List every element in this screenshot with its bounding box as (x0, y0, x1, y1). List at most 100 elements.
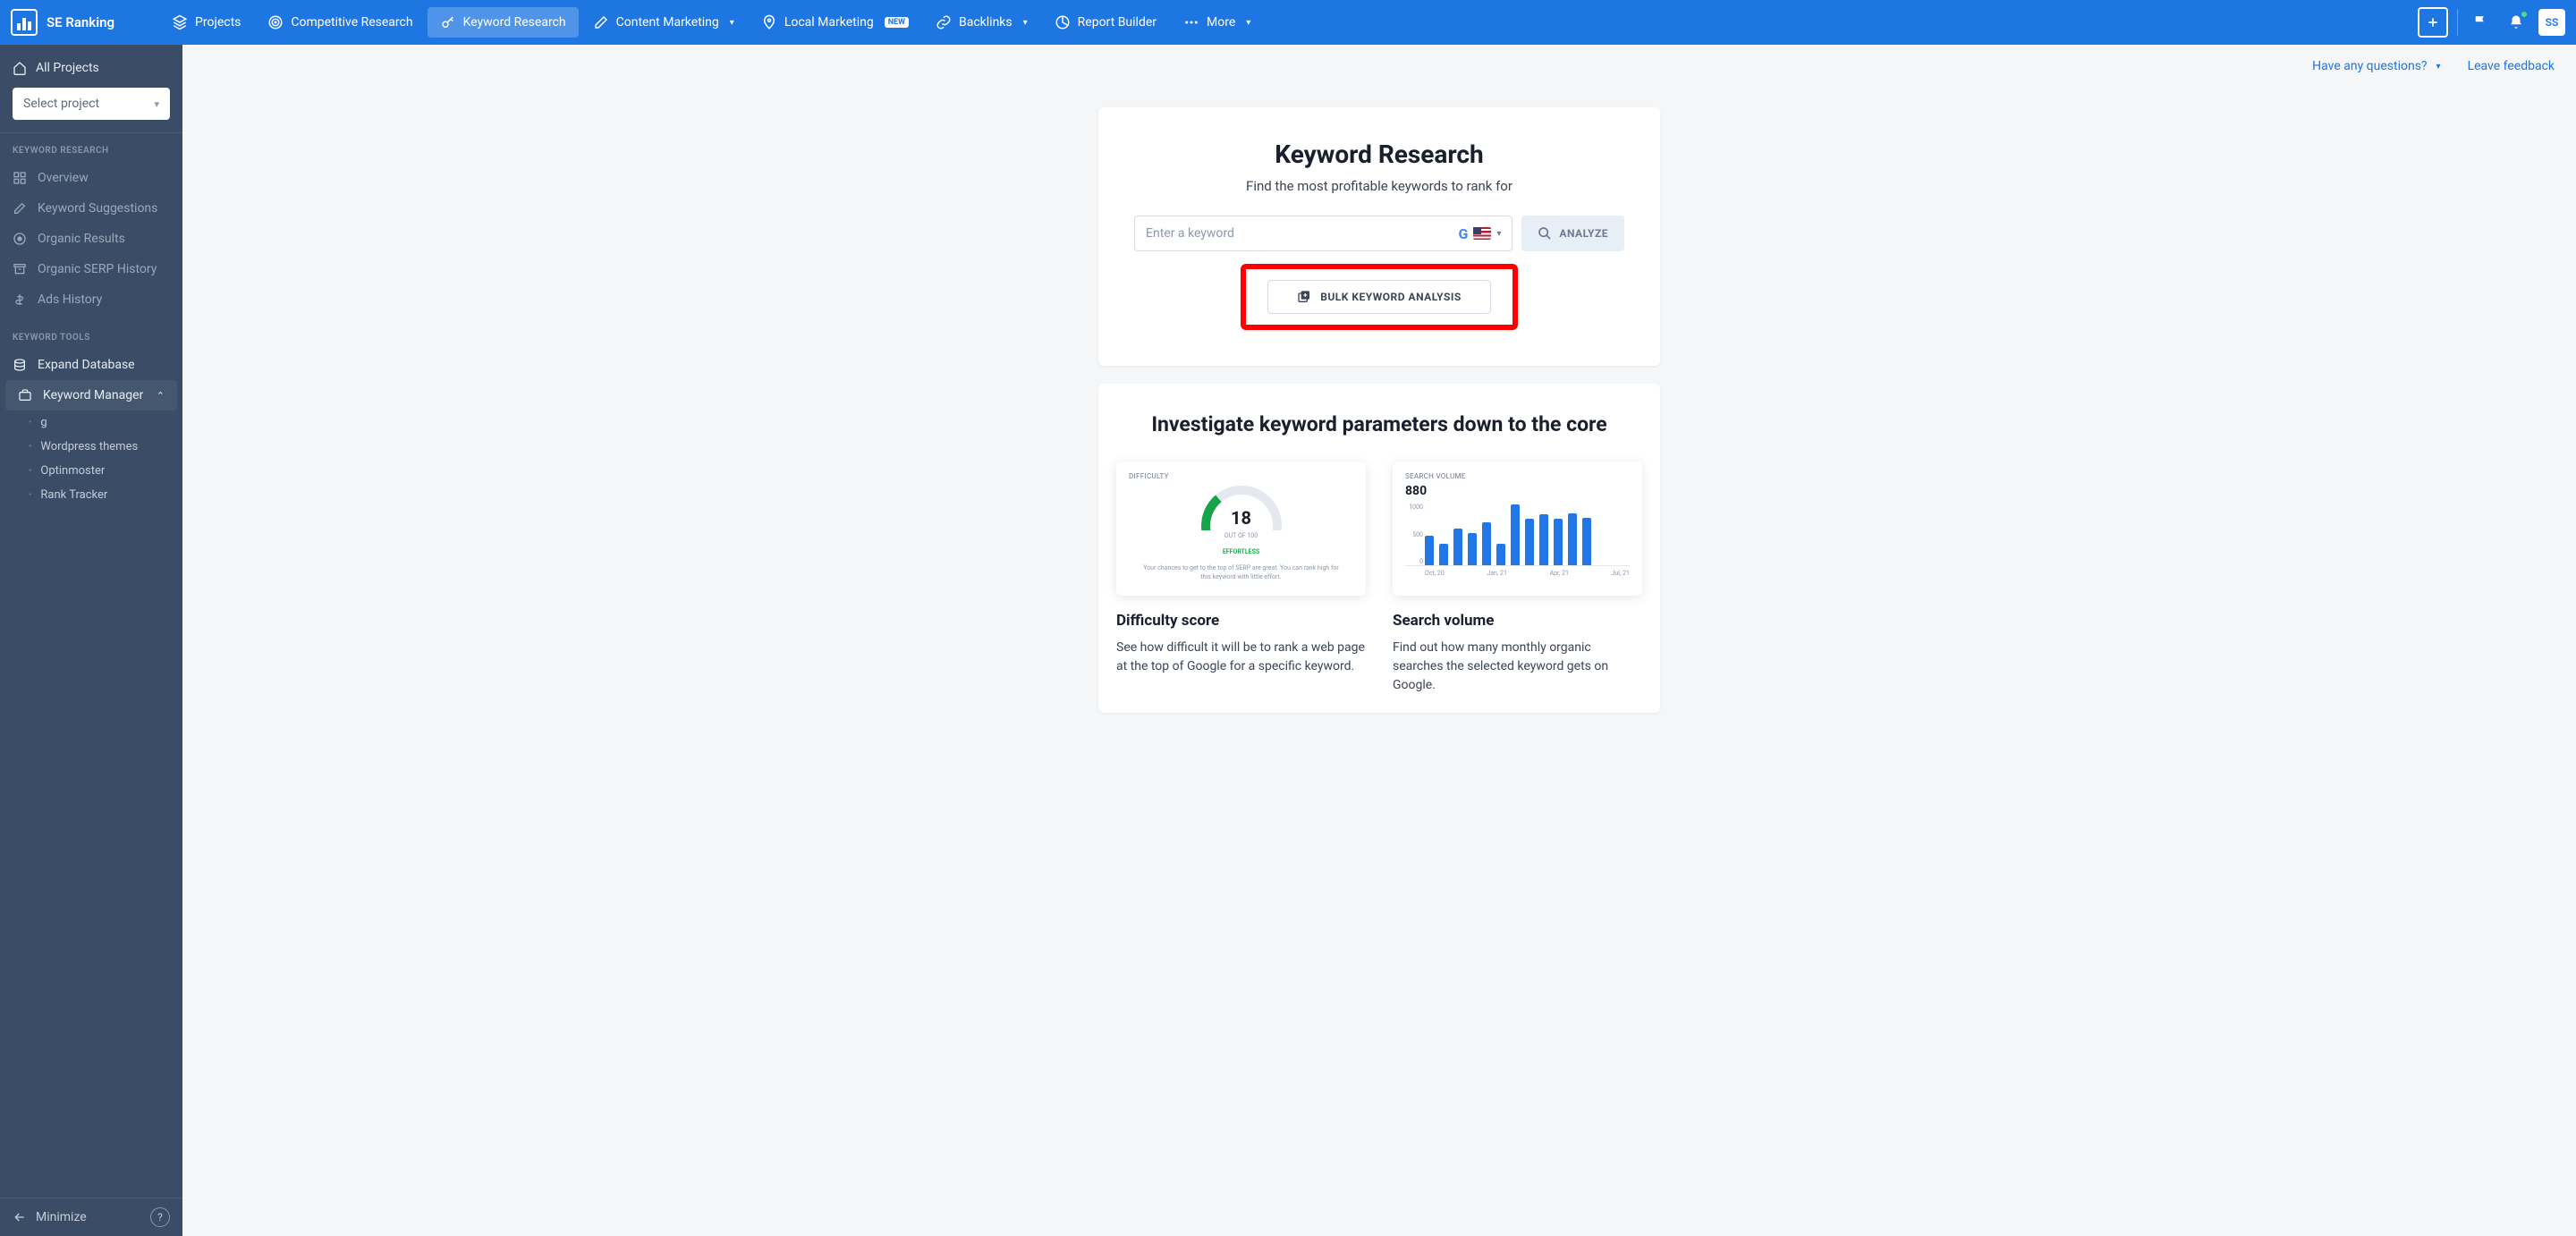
brand-name: SE Ranking (47, 14, 114, 30)
nav-competitive[interactable]: Competitive Research (255, 7, 425, 38)
target-icon (267, 14, 284, 30)
link-icon (936, 14, 952, 30)
section-label-research: KEYWORD RESEARCH (0, 146, 182, 163)
arrow-left-icon (13, 1210, 27, 1224)
top-links: Have any questions? ▾ Leave feedback (182, 45, 2576, 73)
logo-icon[interactable] (11, 9, 38, 36)
notifications-button[interactable] (2503, 9, 2529, 36)
bulk-analysis-button[interactable]: BULK KEYWORD ANALYSIS (1267, 280, 1491, 314)
chart-bar (1439, 544, 1448, 566)
difficulty-preview: DIFFICULTY 18 OUT OF 100 EFFORTLESS Your… (1116, 461, 1366, 596)
layers-icon (172, 14, 188, 30)
km-sub-item[interactable]: Rank Tracker (0, 483, 182, 507)
sidebar-item-ads-history[interactable]: Ads History (0, 284, 182, 315)
nav-local-marketing[interactable]: Local Marketing NEW (749, 7, 921, 38)
nav-keyword-research[interactable]: Keyword Research (428, 7, 579, 38)
feature-title: Difficulty score (1116, 612, 1366, 630)
bulk-icon (1297, 290, 1311, 304)
chevron-down-icon: ▾ (1496, 229, 1501, 239)
nav-more[interactable]: More ▾ (1171, 7, 1263, 38)
nav-report-builder[interactable]: Report Builder (1042, 7, 1169, 38)
minimize-button[interactable]: Minimize (13, 1210, 87, 1224)
project-select[interactable]: Select project ▾ (13, 88, 170, 120)
sidebar-item-overview[interactable]: Overview (0, 163, 182, 193)
chart-bar (1453, 529, 1462, 565)
key-icon (440, 14, 456, 30)
sidebar-item-label: Expand Database (38, 358, 135, 372)
sidebar-item-label: Overview (38, 171, 89, 185)
nav-label: More (1207, 15, 1235, 30)
page-title: Keyword Research (1134, 140, 1624, 169)
nav-label: Backlinks (959, 15, 1013, 30)
chart-bar (1525, 519, 1534, 566)
help-button[interactable]: ? (150, 1207, 170, 1227)
circle-dot-icon (13, 232, 27, 246)
search-engine-selector[interactable]: G ▾ (1449, 225, 1501, 242)
chart-bar (1568, 513, 1577, 565)
nav-content-marketing[interactable]: Content Marketing ▾ (580, 7, 747, 38)
main-content: Have any questions? ▾ Leave feedback Key… (182, 45, 2576, 1236)
flag-button[interactable] (2467, 9, 2494, 36)
chart-bar (1482, 522, 1491, 565)
chevron-up-icon: ⌃ (157, 390, 165, 402)
chart-bar (1539, 514, 1548, 565)
nav-label: Content Marketing (616, 15, 719, 30)
flag-us-icon (1473, 227, 1491, 240)
minimize-label: Minimize (36, 1210, 87, 1224)
feature-text: See how difficult it will be to rank a w… (1116, 639, 1366, 676)
chart-bar (1554, 519, 1563, 566)
keyword-search-box: G ▾ (1134, 216, 1513, 251)
keyword-input[interactable] (1146, 226, 1449, 241)
google-icon: G (1458, 225, 1468, 242)
feature-volume: SEARCH VOLUME 880 1000 500 0 Oct, 20 (1393, 461, 1642, 695)
user-avatar[interactable]: SS (2538, 9, 2565, 36)
nav-backlinks[interactable]: Backlinks ▾ (923, 7, 1040, 38)
sidebar-item-label: Keyword Suggestions (38, 201, 157, 216)
chevron-down-icon: ▾ (2436, 62, 2441, 72)
nav-projects[interactable]: Projects (159, 7, 253, 38)
search-icon (1538, 226, 1552, 241)
chevron-down-icon: ▾ (1023, 18, 1028, 28)
chart-bar (1582, 518, 1591, 565)
questions-link[interactable]: Have any questions? ▾ (2312, 59, 2440, 73)
km-sub-item[interactable]: Wordpress themes (0, 435, 182, 459)
chevron-down-icon: ▾ (1246, 18, 1250, 28)
chevron-down-icon: ▾ (154, 98, 159, 110)
all-projects-link[interactable]: All Projects (13, 55, 170, 88)
nav-label: Projects (195, 15, 241, 30)
sidebar-item-serp-history[interactable]: Organic SERP History (0, 254, 182, 284)
sidebar-item-organic[interactable]: Organic Results (0, 224, 182, 254)
chart-bar (1496, 544, 1505, 566)
plus-icon (2426, 15, 2440, 30)
sidebar-item-suggestions[interactable]: Keyword Suggestions (0, 193, 182, 224)
chart-bar (1468, 533, 1477, 565)
chart-bar (1511, 504, 1520, 565)
km-sub-item[interactable]: g (0, 411, 182, 435)
volume-value: 880 (1405, 484, 1630, 498)
sidebar-item-expand-database[interactable]: Expand Database (0, 350, 182, 380)
chevron-down-icon: ▾ (730, 18, 734, 28)
analyze-button[interactable]: ANALYZE (1521, 216, 1624, 251)
nav-label: Report Builder (1078, 15, 1157, 30)
dollar-icon (13, 292, 27, 307)
add-button[interactable] (2418, 7, 2448, 38)
volume-preview: SEARCH VOLUME 880 1000 500 0 Oct, 20 (1393, 461, 1642, 596)
project-select-placeholder: Select project (23, 97, 99, 111)
highlight-annotation: BULK KEYWORD ANALYSIS (1241, 264, 1518, 330)
archive-icon (13, 262, 27, 276)
keyword-research-card: Keyword Research Find the most profitabl… (1098, 107, 1660, 366)
volume-chart: 1000 500 0 (1405, 504, 1630, 566)
sidebar-item-keyword-manager[interactable]: Keyword Manager ⌃ (5, 380, 177, 411)
nav-items: Projects Competitive Research Keyword Re… (159, 7, 2418, 38)
dots-icon (1183, 14, 1199, 30)
briefcase-icon (18, 388, 32, 402)
feedback-link[interactable]: Leave feedback (2468, 59, 2555, 73)
top-nav: SE Ranking Projects Competitive Research… (0, 0, 2576, 45)
analyze-label: ANALYZE (1559, 227, 1608, 240)
pencil-icon (13, 201, 27, 216)
km-sub-item[interactable]: Optinmoster (0, 459, 182, 483)
section-label-tools: KEYWORD TOOLS (0, 333, 182, 350)
sidebar: All Projects Select project ▾ KEYWORD RE… (0, 45, 182, 1236)
nav-label: Keyword Research (463, 15, 566, 30)
feature-difficulty: DIFFICULTY 18 OUT OF 100 EFFORTLESS Your… (1116, 461, 1366, 695)
